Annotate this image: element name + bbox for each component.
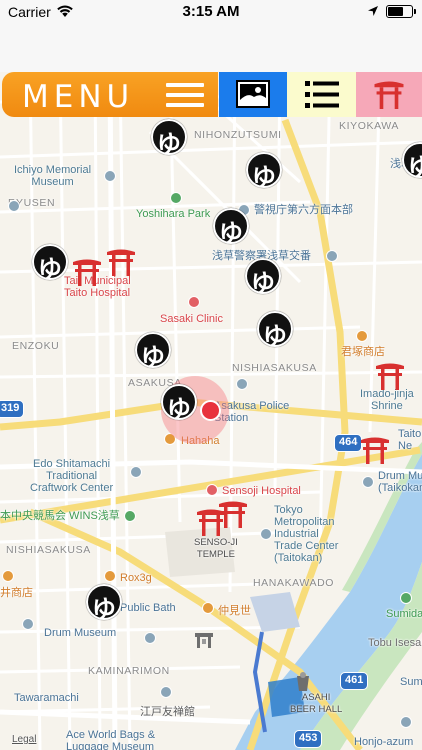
shrine-marker[interactable]	[218, 500, 248, 528]
header-spacer	[0, 26, 422, 72]
bathhouse-marker[interactable]: ゆ	[86, 584, 122, 623]
hospital-icon	[188, 296, 200, 308]
poi-label: Rox3g	[120, 572, 152, 584]
museum-icon	[160, 686, 172, 698]
district-label: ENZOKU	[12, 340, 60, 352]
poi-label: Drum Museum(Taikokan)	[378, 470, 422, 494]
bathhouse-marker[interactable]: ゆ	[213, 208, 249, 247]
photo-icon	[236, 80, 270, 108]
bathhouse-marker[interactable]: ゆ	[402, 142, 422, 181]
beer-hall-icon	[297, 672, 309, 691]
poi-label: Sasaki Clinic	[160, 313, 223, 325]
top-toolbar: MENU	[0, 72, 422, 117]
clock: 3:15 AM	[182, 3, 240, 20]
poi-label: Ichiyo Memorial Museum	[14, 164, 92, 188]
user-location-dot	[200, 400, 221, 421]
shop-icon	[2, 570, 14, 582]
museum-icon	[22, 618, 34, 630]
legal-link[interactable]: Legal	[12, 734, 36, 746]
hamburger-icon	[166, 83, 204, 107]
map-view[interactable]: KIYOKAWA NIHONZUTSUMI RYUSEN NISHIASAKUS…	[0, 72, 422, 750]
district-label: KAMINARIMON	[88, 665, 170, 677]
poi-label: SENSO-JI TEMPLE	[194, 537, 238, 560]
poi-label: Taito Ne	[398, 428, 422, 452]
menu-button[interactable]: MENU	[2, 72, 218, 117]
poi-label: Tobu Isesaki	[368, 637, 422, 649]
museum-icon	[144, 632, 156, 644]
shop-icon	[356, 330, 368, 342]
poi-label: Drum Museum	[44, 627, 117, 639]
museum-icon	[362, 476, 374, 488]
list-icon	[305, 81, 339, 108]
district-label: NISHIASAKUSA	[232, 362, 317, 374]
poi-label: Sumida P	[386, 608, 422, 620]
poi-label: 仲見世	[218, 605, 251, 617]
poi-label: 本中央競馬会 WINS浅草	[0, 510, 120, 522]
bathhouse-marker[interactable]: ゆ	[245, 258, 281, 297]
battery-icon	[386, 5, 416, 18]
bathhouse-marker[interactable]: ゆ	[151, 119, 187, 158]
shrine-marker[interactable]	[106, 248, 136, 276]
poi-dot	[8, 200, 20, 212]
poi-label: Tawaramachi	[14, 692, 79, 704]
gate-icon	[195, 633, 213, 648]
route-shield: 461	[340, 672, 369, 690]
poi-label: 井商店	[0, 587, 33, 599]
list-button[interactable]	[287, 72, 356, 117]
photo-button[interactable]	[219, 72, 287, 117]
bathhouse-marker[interactable]: ゆ	[257, 311, 293, 350]
shrine-marker[interactable]	[72, 258, 102, 286]
shop-icon	[202, 602, 214, 614]
building-icon	[400, 716, 412, 728]
shop-icon	[104, 570, 116, 582]
district-label: HANAKAWADO	[253, 577, 335, 589]
building-icon	[260, 528, 272, 540]
bathhouse-marker[interactable]: ゆ	[135, 332, 171, 371]
museum-icon	[130, 466, 142, 478]
district-label: KIYOKAWA	[339, 120, 400, 132]
poi-label: ASAHI BEER HALL	[290, 692, 343, 715]
park-icon	[170, 192, 182, 204]
museum-icon	[104, 170, 116, 182]
poi-label: Yoshihara Park	[136, 208, 211, 220]
route-shield: 319	[0, 400, 25, 418]
poi-label: 警視庁第六方面本部	[254, 204, 353, 216]
shrine-filter-button[interactable]	[356, 72, 422, 117]
poi-label: Imado-jinja Shrine	[360, 388, 414, 412]
hospital-icon	[206, 484, 218, 496]
status-bar: Carrier 3:15 AM	[0, 0, 422, 26]
location-arrow-icon	[368, 6, 378, 16]
route-shield: 453	[294, 730, 323, 748]
district-label: NIHONZUTSUMI	[194, 129, 282, 141]
betting-icon	[124, 510, 136, 522]
menu-label: MENU	[22, 79, 135, 115]
poi-label: 江戸友禅館	[140, 706, 195, 718]
poi-label: Ace World Bags & Luggage Museum	[66, 729, 156, 750]
poi-label: Sumid	[400, 676, 422, 688]
poi-label: Tokyo Metropolitan Industrial Trade Center(…	[274, 504, 339, 564]
park-icon	[400, 592, 412, 604]
poi-label: Edo Shitamachi Traditional Craftwork Cente…	[30, 458, 114, 494]
shrine-marker[interactable]	[375, 362, 405, 390]
bathhouse-marker[interactable]: ゆ	[161, 384, 197, 423]
bathhouse-marker[interactable]: ゆ	[246, 152, 282, 191]
bathhouse-marker[interactable]: ゆ	[32, 244, 68, 283]
poi-label: 君塚商店	[341, 346, 385, 358]
poi-label: Sensoji Hospital	[222, 485, 301, 497]
police-icon	[326, 250, 338, 262]
district-label: NISHIASAKUSA	[6, 544, 91, 556]
torii-gate-icon	[374, 81, 404, 109]
poi-label: Honjo-azum	[354, 736, 414, 748]
shrine-marker[interactable]	[360, 436, 390, 464]
poi-label: Public Bath	[120, 602, 176, 614]
police-icon	[236, 378, 248, 390]
route-shield: 464	[334, 434, 363, 452]
